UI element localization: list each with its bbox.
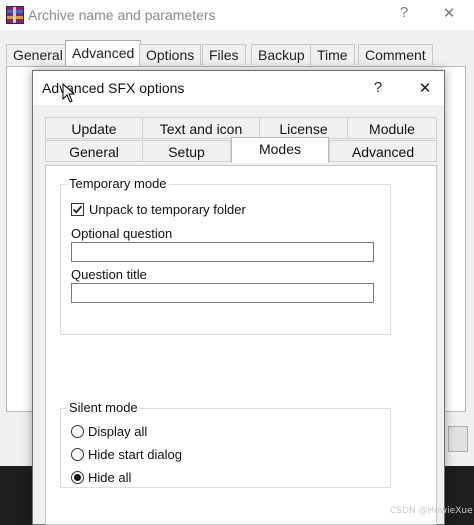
unpack-temp-checkbox[interactable] [71, 203, 84, 216]
radio-hide-start-dialog[interactable] [71, 448, 84, 461]
parent-tab-comment[interactable]: Comment [358, 44, 433, 65]
temporary-mode-label: Temporary mode [67, 176, 169, 191]
silent-mode-label: Silent mode [67, 400, 140, 415]
tab-license[interactable]: License [259, 117, 348, 139]
checkmark-icon [72, 205, 83, 214]
winrar-app-icon [6, 6, 24, 24]
parent-tab-general[interactable]: General [6, 44, 70, 65]
radio-selected-dot [74, 474, 81, 481]
parent-window-title: Archive name and parameters [28, 7, 216, 23]
parent-close-icon[interactable]: ✕ [437, 4, 461, 22]
parent-partial-button[interactable] [448, 426, 468, 452]
radio-display-all[interactable] [71, 425, 84, 438]
parent-tab-time[interactable]: Time [310, 44, 355, 65]
tab-update[interactable]: Update [45, 117, 143, 139]
advanced-sfx-options-dialog: Advanced SFX options ? ✕ Update Text and… [32, 70, 445, 525]
question-title-input[interactable] [71, 283, 374, 303]
tab-module[interactable]: Module [347, 117, 437, 139]
parent-tab-files[interactable]: Files [202, 44, 246, 65]
tab-modes[interactable]: Modes [231, 137, 329, 163]
dialog-titlebar: Advanced SFX options ? ✕ [33, 71, 444, 105]
parent-tab-advanced[interactable]: Advanced [65, 40, 142, 67]
mouse-cursor-icon [62, 83, 76, 103]
temporary-mode-group: Temporary mode Unpack to temporary folde… [60, 176, 391, 335]
question-title-label: Question title [71, 267, 147, 282]
parent-help-icon[interactable]: ? [392, 4, 416, 21]
tab-general[interactable]: General [45, 140, 143, 162]
tab-text-and-icon[interactable]: Text and icon [142, 117, 260, 139]
parent-tab-options[interactable]: Options [139, 44, 202, 65]
tab-setup[interactable]: Setup [142, 140, 231, 162]
unpack-temp-label[interactable]: Unpack to temporary folder [89, 202, 246, 217]
radio-hide-all[interactable] [71, 471, 84, 484]
tab-advanced[interactable]: Advanced [329, 140, 437, 162]
optional-question-label: Optional question [71, 226, 173, 241]
dialog-close-icon[interactable]: ✕ [413, 79, 437, 97]
optional-question-input[interactable] [71, 242, 374, 262]
modes-tab-panel: Temporary mode Unpack to temporary folde… [45, 165, 437, 525]
parent-tab-backup[interactable]: Backup [251, 44, 312, 65]
parent-titlebar: Archive name and parameters ? ✕ [0, 0, 474, 30]
hide-start-dialog-label[interactable]: Hide start dialog [88, 447, 182, 462]
display-all-label[interactable]: Display all [88, 424, 147, 439]
silent-mode-group: Silent mode Display all Hide start dialo… [60, 400, 391, 488]
dialog-help-icon[interactable]: ? [366, 79, 390, 96]
hide-all-label[interactable]: Hide all [88, 470, 131, 485]
csdn-watermark: CSDN @HowieXue [390, 506, 473, 516]
